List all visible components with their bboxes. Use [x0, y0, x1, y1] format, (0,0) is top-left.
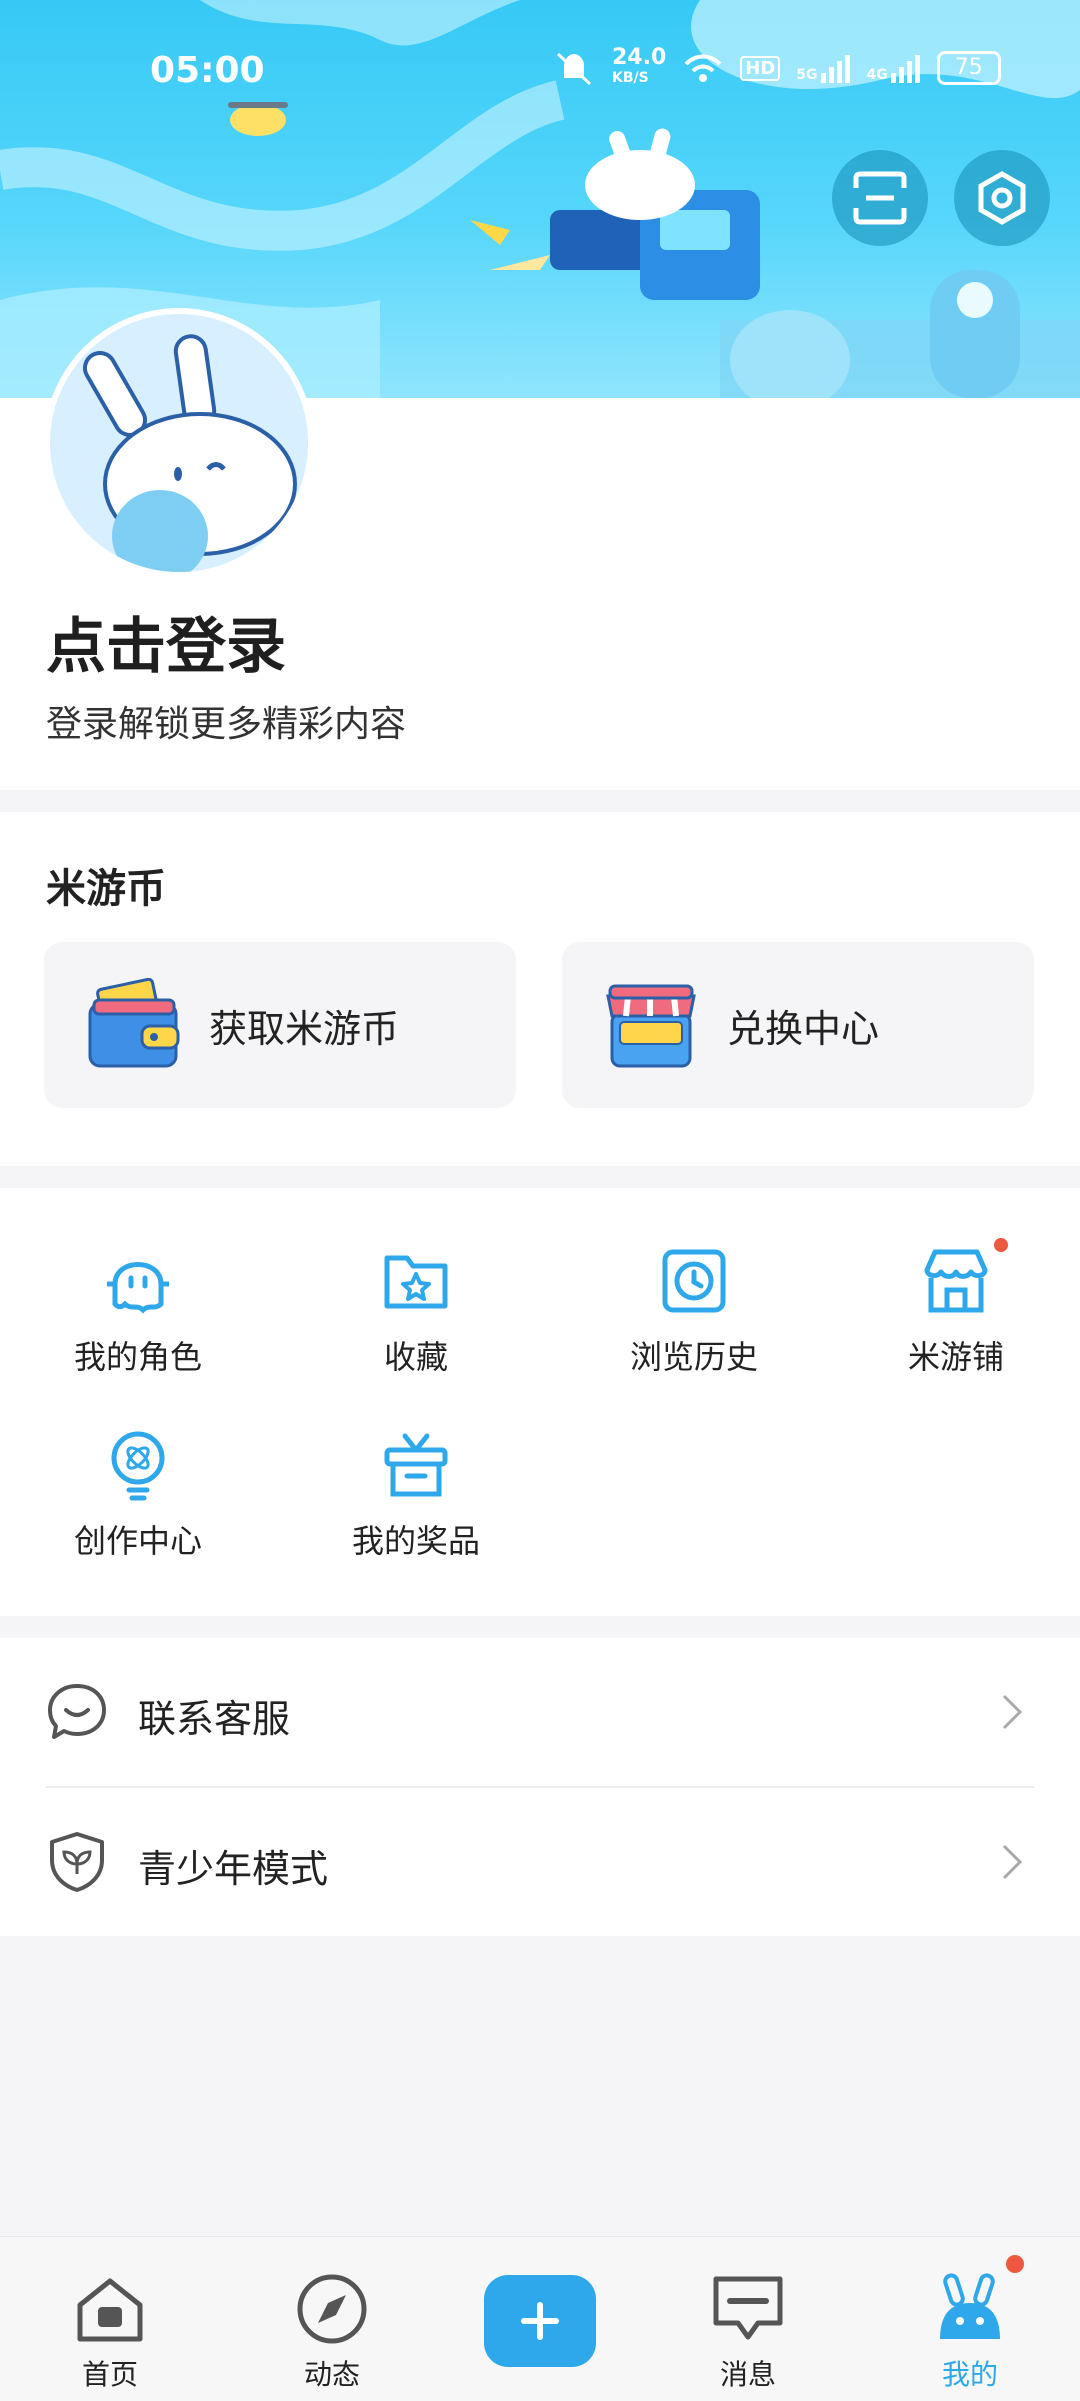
bulb-icon [111, 1431, 165, 1501]
shortcut-grid: 我的角色 收藏 浏览历史 米游铺 创作中心 我的奖品 [0, 1188, 1080, 1616]
coin-section: 米游币 获取米游币 兑换中心 [0, 812, 1080, 1166]
nav-feed-label: 动态 [303, 2358, 360, 2391]
hd-badge: HD [740, 55, 781, 81]
shortcut-creator-center-label: 创作中心 [73, 1522, 202, 1560]
mine-notification-dot [1006, 2255, 1024, 2273]
menu-customer-service-label: 联系客服 [138, 1697, 291, 1741]
exchange-center-label: 兑换中心 [727, 1007, 880, 1051]
login-title[interactable]: 点击登录 [46, 598, 286, 685]
signal-4g-label: 4G [866, 67, 888, 83]
exchange-center-card[interactable]: 兑换中心 [562, 942, 1034, 1108]
nav-home[interactable]: 首页 [40, 2273, 180, 2393]
menu-list: 联系客服 青少年模式 [0, 1638, 1080, 1936]
bottom-nav: 首页 动态 消息 我的 [0, 2236, 1080, 2401]
settings-button[interactable] [954, 150, 1050, 246]
shortcut-favorites[interactable]: 收藏 [316, 1244, 516, 1404]
star-folder-icon [384, 1255, 448, 1309]
mute-bell-icon [556, 52, 592, 86]
status-icons: 24.0 KB/S HD 5G 4G 75 [552, 45, 1001, 88]
nav-feed[interactable]: 动态 [262, 2273, 402, 2393]
shop-stall-icon [606, 984, 696, 1068]
avatar[interactable] [44, 308, 314, 578]
menu-customer-service[interactable]: 联系客服 [46, 1638, 1034, 1788]
scan-button[interactable] [832, 150, 928, 246]
bunny-icon [940, 2273, 1000, 2339]
chevron-right-icon [1002, 1844, 1023, 1880]
create-post-button[interactable] [484, 2275, 596, 2367]
shortcut-store[interactable]: 米游铺 [856, 1238, 1056, 1404]
shortcut-creator-center[interactable]: 创作中心 [38, 1428, 238, 1588]
signal-5g-icon: 5G [796, 53, 850, 83]
nav-home-label: 首页 [81, 2358, 138, 2391]
net-speed-value: 24.0 [612, 45, 667, 70]
chevron-right-icon [1002, 1694, 1023, 1730]
shortcut-my-character-label: 我的角色 [73, 1338, 202, 1376]
shortcut-store-label: 米游铺 [907, 1338, 1004, 1376]
shield-leaf-icon [50, 1832, 104, 1892]
plus-icon [521, 2302, 559, 2340]
clock-icon [662, 1249, 726, 1313]
chat-face-icon [48, 1684, 106, 1739]
net-speed: 24.0 KB/S [612, 45, 667, 88]
store-notification-dot [994, 1238, 1008, 1252]
shortcut-history-label: 浏览历史 [629, 1338, 758, 1376]
shortcut-my-prizes-label: 我的奖品 [351, 1522, 480, 1560]
menu-youth-mode-label: 青少年模式 [138, 1847, 329, 1891]
wallet-icon [88, 978, 180, 1068]
shortcut-my-character[interactable]: 我的角色 [38, 1244, 238, 1404]
signal-4g-icon: 4G [867, 53, 921, 83]
compass-icon [297, 2274, 367, 2344]
nav-mine[interactable]: 我的 [900, 2255, 1040, 2393]
gift-icon [384, 1433, 448, 1497]
scan-icon [853, 171, 907, 225]
nav-mine-label: 我的 [941, 2358, 998, 2391]
get-coin-card[interactable]: 获取米游币 [44, 942, 516, 1108]
menu-youth-mode[interactable]: 青少年模式 [46, 1788, 1034, 1936]
nav-messages[interactable]: 消息 [678, 2273, 818, 2393]
nav-messages-label: 消息 [719, 2358, 776, 2391]
character-icon [107, 1262, 169, 1314]
net-speed-unit: KB/S [612, 70, 649, 86]
bunny-avatar-icon [83, 334, 297, 572]
home-icon [77, 2278, 143, 2342]
message-icon [713, 2276, 783, 2340]
shortcut-favorites-label: 收藏 [383, 1338, 448, 1376]
settings-hex-icon [978, 171, 1026, 225]
status-time: 05:00 [150, 50, 265, 91]
signal-5g-label: 5G [796, 67, 818, 83]
get-coin-label: 获取米游币 [209, 1007, 400, 1051]
login-subtitle: 登录解锁更多精彩内容 [46, 704, 407, 745]
shortcut-my-prizes[interactable]: 我的奖品 [316, 1428, 516, 1588]
coin-section-title: 米游币 [46, 866, 166, 912]
battery-indicator: 75 [936, 51, 1001, 85]
status-bar: 05:00 24.0 KB/S HD 5G 4G 75 [0, 40, 1080, 104]
store-icon [924, 1249, 988, 1313]
shortcut-history[interactable]: 浏览历史 [594, 1244, 794, 1404]
wifi-icon [684, 54, 722, 82]
